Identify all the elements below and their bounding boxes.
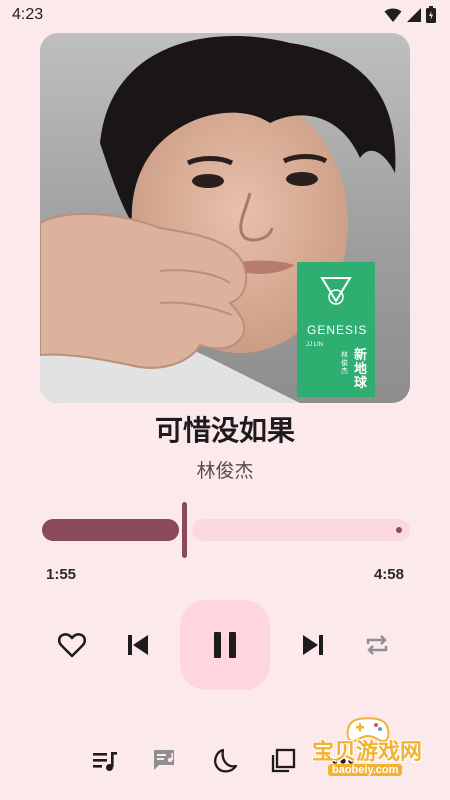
playback-controls — [0, 600, 450, 690]
favorite-button[interactable] — [54, 627, 90, 663]
seek-bar-end-dot — [396, 527, 402, 533]
song-artist[interactable]: 林俊杰 — [0, 456, 450, 483]
skip-previous-icon — [128, 635, 148, 655]
repeat-icon — [366, 635, 388, 655]
cd-cover-chinese: 新地球 — [354, 348, 368, 391]
previous-button[interactable] — [120, 627, 156, 663]
seek-bar-thumb[interactable] — [182, 502, 187, 558]
sleep-timer-icon — [214, 748, 238, 773]
album-art: GENESIS JJ LIN 林俊杰 新地球 — [40, 33, 410, 403]
cell-signal-icon — [407, 7, 421, 22]
queue-button[interactable] — [90, 746, 120, 776]
cd-cover-title: GENESIS — [307, 323, 368, 337]
cd-cover-artist: 林俊杰 — [341, 351, 348, 375]
status-icons — [384, 6, 436, 23]
cd-cover-small-text: JJ LIN — [306, 342, 324, 348]
watermark-text: 宝贝游戏网 — [312, 740, 423, 765]
status-bar: 4:23 — [0, 0, 450, 32]
seek-bar-played — [42, 519, 179, 541]
song-title: 可惜没如果 — [154, 414, 295, 447]
total-time: 4:58 — [373, 566, 404, 583]
status-time: 4:23 — [12, 6, 44, 23]
heart-icon — [58, 633, 86, 658]
lyrics-icon — [154, 750, 174, 770]
lyrics-button[interactable] — [150, 746, 180, 776]
skip-next-icon — [303, 635, 323, 655]
pause-icon — [214, 632, 236, 658]
sleep-timer-button[interactable] — [210, 746, 240, 776]
watermark-url: baobeiy.com — [328, 764, 403, 776]
repeat-button[interactable] — [359, 627, 395, 663]
watermark: 宝贝游戏网 baobeiy.com — [272, 714, 422, 784]
wifi-icon — [384, 8, 402, 22]
queue-music-icon — [93, 752, 117, 771]
seek-bar-remaining — [192, 519, 410, 541]
seek-bar[interactable] — [42, 502, 410, 558]
current-time: 1:55 — [46, 566, 77, 583]
battery-icon — [426, 6, 436, 23]
next-button[interactable] — [295, 627, 331, 663]
pause-button[interactable] — [180, 600, 270, 690]
